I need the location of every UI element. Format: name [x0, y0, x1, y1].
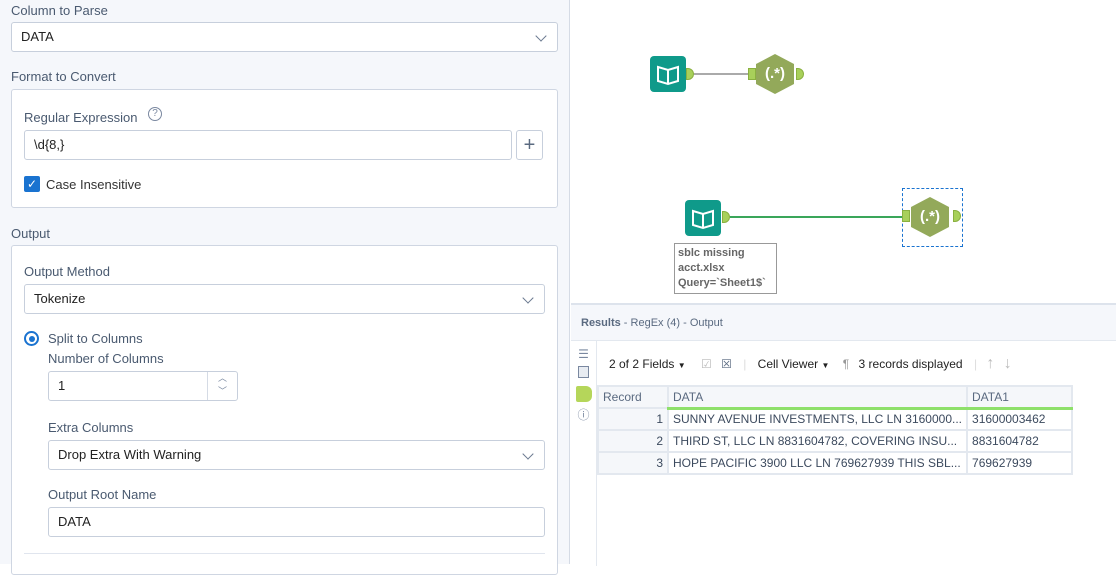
output-method-select[interactable]: Tokenize: [24, 284, 545, 314]
cell: 769627939: [966, 451, 1074, 475]
chevron-down-icon: [522, 448, 534, 460]
extra-columns-select[interactable]: Drop Extra With Warning: [48, 440, 545, 470]
cell: 1: [597, 407, 669, 431]
results-table: Record DATA DATA1 1 SUNNY AVENUE INVESTMENT…: [597, 385, 1074, 475]
table-row[interactable]: 2 THIRD ST, LLC LN 8831604782, COVERING I…: [597, 429, 1074, 453]
column-header[interactable]: DATA: [666, 385, 969, 410]
stepper-arrows[interactable]: ︿ ﹀: [207, 372, 237, 400]
connection-line: [730, 216, 902, 218]
chevron-down-icon[interactable]: ﹀: [208, 385, 237, 398]
output-anchor[interactable]: [722, 211, 730, 223]
format-to-convert-label: Format to Convert: [11, 69, 116, 84]
metadata-icon[interactable]: [578, 366, 589, 378]
extra-columns-label: Extra Columns: [48, 420, 134, 435]
arrow-up-icon[interactable]: ↑: [986, 355, 994, 372]
num-columns-stepper[interactable]: 1 ︿ ﹀: [48, 371, 238, 401]
input-anchor[interactable]: [748, 68, 756, 80]
column-header[interactable]: Record: [597, 385, 669, 409]
cell: 3: [597, 451, 669, 475]
output-anchor[interactable]: [796, 68, 804, 80]
pilcrow-icon[interactable]: ¶: [843, 357, 849, 371]
format-group: Regular Expression ? \d{8,} + ✓ Case Ins…: [11, 89, 558, 208]
cell: 2: [597, 429, 669, 453]
records-count: 3 records displayed: [858, 357, 963, 371]
cell: THIRD ST, LLC LN 8831604782, COVERING IN…: [666, 429, 969, 453]
annotation-line: Query=`Sheet1$`: [678, 277, 766, 289]
column-to-parse-value: DATA: [21, 29, 54, 44]
table-row[interactable]: 1 SUNNY AVENUE INVESTMENTS, LLC LN 316000…: [597, 407, 1074, 431]
connection-line: [694, 73, 748, 75]
output-method-label: Output Method: [24, 264, 110, 279]
extra-columns-value: Drop Extra With Warning: [58, 447, 202, 462]
chevron-up-icon[interactable]: ︿: [208, 372, 237, 385]
add-button[interactable]: +: [516, 130, 543, 160]
workflow-canvas[interactable]: (.*) (.*) sblc missing acct.xlsx Query=`…: [571, 0, 1116, 303]
annotation-line: acct.xlsx: [678, 262, 725, 274]
regex-label: Regular Expression: [24, 110, 138, 125]
column-header[interactable]: DATA1: [966, 385, 1074, 410]
root-name-input[interactable]: DATA: [48, 507, 545, 537]
column-to-parse-select[interactable]: DATA: [11, 22, 558, 52]
divider: [24, 553, 545, 554]
regex-tool-icon[interactable]: (.*): [756, 54, 794, 94]
clear-icon[interactable]: ☒: [721, 357, 732, 371]
root-name-label: Output Root Name: [48, 487, 157, 502]
cell: HOPE PACIFIC 3900 LLC LN 769627939 THIS …: [666, 451, 969, 475]
output-group: Output Method Tokenize Split to Columns …: [11, 245, 558, 575]
input-anchor[interactable]: [902, 210, 910, 222]
cell: 31600003462: [966, 407, 1074, 431]
input-tool-book-icon[interactable]: [650, 56, 686, 92]
chevron-down-icon: [535, 30, 547, 42]
split-to-columns-radio[interactable]: [24, 331, 39, 346]
fields-dropdown[interactable]: 2 of 2 Fields: [609, 357, 674, 371]
results-title: Results: [581, 317, 621, 329]
split-to-columns-label: Split to Columns: [48, 331, 143, 346]
help-icon[interactable]: ?: [148, 107, 162, 121]
data-anchor-icon[interactable]: [575, 386, 592, 402]
output-method-value: Tokenize: [34, 291, 86, 306]
list-icon[interactable]: ☰: [571, 347, 596, 361]
case-insensitive-checkbox[interactable]: ✓: [24, 176, 40, 192]
cell-viewer-dropdown[interactable]: Cell Viewer: [758, 357, 818, 371]
input-tool-book-icon[interactable]: [685, 200, 721, 236]
results-subtitle: - RegEx (4) - Output: [620, 317, 723, 329]
case-insensitive-label: Case Insensitive: [46, 177, 142, 192]
check-icon[interactable]: ☑: [701, 357, 712, 371]
help-icon[interactable]: ⓘ: [571, 406, 596, 423]
chevron-down-icon: [522, 292, 534, 304]
cell: 8831604782: [966, 429, 1074, 453]
output-label: Output: [11, 226, 51, 241]
results-sidebar: ☰ ⓘ: [571, 341, 597, 566]
annotation-line: sblc missing: [678, 247, 745, 259]
results-header: Results - RegEx (4) - Output: [571, 305, 1116, 341]
regex-input[interactable]: \d{8,}: [24, 130, 512, 160]
results-toolbar: 2 of 2 Fields ▼ ☑ ☒ | Cell Viewer ▼ ¶ 3 …: [609, 355, 1012, 372]
num-columns-value: 1: [58, 378, 66, 393]
tool-annotation: sblc missing acct.xlsx Query=`Sheet1$`: [674, 243, 777, 294]
cell: SUNNY AVENUE INVESTMENTS, LLC LN 3160000…: [666, 407, 969, 431]
column-to-parse-label: Column to Parse: [11, 3, 108, 18]
results-panel: Results - RegEx (4) - Output ☰ ⓘ 2 of 2 …: [571, 303, 1116, 566]
output-anchor[interactable]: [686, 68, 694, 80]
num-columns-label: Number of Columns: [48, 351, 164, 366]
arrow-down-icon[interactable]: ↓: [1004, 355, 1012, 372]
table-row[interactable]: 3 HOPE PACIFIC 3900 LLC LN 769627939 THIS…: [597, 451, 1074, 475]
configuration-panel: Column to Parse DATA Format to Convert R…: [0, 0, 570, 575]
